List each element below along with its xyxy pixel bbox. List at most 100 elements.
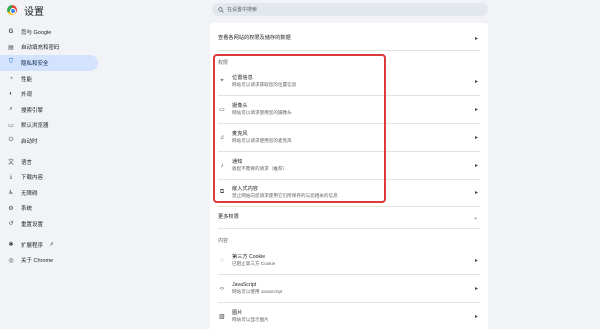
sidebar-item-privacy[interactable]: ⛉ 隐私和安全 (0, 55, 98, 71)
chevron-right-icon: ▸ (474, 163, 478, 169)
sidebar-item-label: 您与 Google (21, 29, 52, 36)
sidebar-item-label: 搜索引擎 (21, 107, 44, 114)
sidebar-item-label: 启动时 (21, 138, 38, 145)
chevron-right-icon: ▸ (474, 286, 478, 292)
google-icon: G (8, 28, 14, 35)
divider (218, 95, 480, 96)
location-icon: ⌖ (220, 78, 224, 84)
top-bar: 设置 在设置中搜索 (0, 0, 600, 22)
chevron-right-icon: ▸ (474, 135, 478, 141)
download-icon: ⤓ (9, 173, 13, 180)
search-icon (218, 6, 224, 13)
sidebar-item-label: 隐私和安全 (21, 60, 49, 67)
sidebar-item-label: 重置设置 (21, 221, 44, 228)
sidebar-item-label: 关于 Chrome (21, 258, 54, 265)
permission-row-notifications[interactable]: ♪ 通知 收起不需要的请求（推荐） ▸ (210, 154, 488, 177)
divider (218, 274, 480, 275)
autofill-icon: ▤ (8, 44, 14, 51)
sidebar-item-on-startup[interactable]: ⏻ 启动时 (0, 133, 98, 149)
palette-icon: ◐ (9, 91, 13, 98)
row-title: 图片 (232, 310, 243, 316)
sidebar-item-label: 扩展程序 (21, 242, 44, 249)
row-title: JavaScript (232, 282, 257, 288)
permission-row-microphone[interactable]: ♫ 麦克风 网站可以请求使用您的麦克风 ▸ (210, 126, 488, 149)
search-icon: ⌕ (9, 106, 13, 113)
sidebar-item-system[interactable]: ⚙ 系统 (0, 201, 98, 217)
row-title: 嵌入式内容 (232, 186, 258, 192)
sidebar-item-search-engine[interactable]: ⌕ 搜索引擎 (0, 102, 98, 118)
external-link-icon: ↗ (49, 241, 54, 248)
sidebar-item-accessibility[interactable]: ♿ 无障碍 (0, 185, 98, 201)
image-icon: ▨ (219, 314, 225, 320)
power-icon: ⏻ (8, 137, 14, 144)
speedometer-icon: ◔ (9, 75, 13, 82)
sidebar-item-default-browser[interactable]: ▭ 默认浏览器 (0, 118, 98, 134)
row-title: 更多权限 (218, 213, 239, 220)
sidebar: G 您与 Google ▤ 自动填充和密码 ⛉ 隐私和安全 ◔ 性能 ◐ 外观 ⌕ 搜索引擎… (0, 24, 100, 268)
code-icon: ‹› (220, 285, 224, 292)
sidebar-item-label: 默认浏览器 (21, 123, 49, 130)
wrench-icon: ⚙ (8, 205, 14, 212)
row-title: 查看各网站的权限及储存的数据 (218, 34, 291, 41)
sidebar-item-languages[interactable]: 文语言 (0, 154, 98, 170)
permissions-heading: 权限 (218, 60, 229, 66)
sidebar-item-label: 无障碍 (21, 190, 38, 197)
translate-icon: 文 (8, 160, 15, 167)
row-subtitle: 网站可以使用 JavaScript (232, 289, 283, 294)
row-subtitle: 收起不需要的请求（推荐） (232, 166, 288, 171)
row-subtitle: 网站可以请求使用您的麦克风 (232, 138, 292, 143)
browser-icon: ▭ (8, 122, 14, 129)
sidebar-item-label: 外观 (21, 92, 33, 99)
chevron-right-icon: ▸ (474, 107, 478, 113)
chevron-down-icon: ⌄ (472, 214, 478, 221)
sidebar-item-reset[interactable]: ↺ 重置设置 (0, 216, 98, 232)
sidebar-item-label: 自动填充和密码 (21, 45, 60, 52)
bell-icon: ♪ (220, 162, 224, 169)
row-subtitle: 网站可以显示图片 (232, 317, 269, 322)
sidebar-item-label: 语言 (21, 159, 33, 166)
content-row-third-party-cookies[interactable]: ◌ 第三方 Cookie 已阻止第三方 Cookie ▸ (210, 249, 488, 272)
more-permissions-row[interactable]: 更多权限 ⌄ (210, 206, 488, 228)
search-input[interactable]: 在设置中搜索 (212, 3, 488, 16)
divider (218, 302, 480, 303)
settings-panel: 查看各网站的权限及储存的数据 ▸ 权限 ⌖ 位置信息 网站可以请求获取您的位置信息… (210, 23, 488, 329)
chrome-icon: ◎ (8, 257, 14, 264)
row-subtitle: 已阻止第三方 Cookie (232, 261, 276, 266)
row-subtitle: 网站可以请求使用您的摄像头 (232, 110, 292, 115)
sidebar-item-downloads[interactable]: ⤓ 下载内容 (0, 169, 98, 185)
row-title: 麦克风 (232, 131, 248, 137)
sidebar-item-label: 下载内容 (21, 175, 44, 182)
sidebar-item-autofill[interactable]: ▤ 自动填充和密码 (0, 40, 98, 56)
permission-row-location[interactable]: ⌖ 位置信息 网站可以请求获取您的位置信息 ▸ (210, 70, 488, 93)
chevron-right-icon: ▸ (474, 35, 478, 42)
shield-icon: ⛉ (8, 59, 14, 66)
chevron-right-icon: ▸ (474, 258, 478, 264)
microphone-icon: ♫ (219, 134, 225, 141)
chrome-logo-icon (7, 5, 17, 15)
divider (218, 179, 480, 180)
content-row-images[interactable]: ▨ 图片 网站可以显示图片 ▸ (210, 305, 488, 328)
sidebar-item-label: 性能 (21, 76, 33, 83)
site-permissions-data-row[interactable]: 查看各网站的权限及储存的数据 ▸ (210, 30, 488, 46)
sidebar-item-appearance[interactable]: ◐ 外观 (0, 86, 98, 102)
chevron-right-icon: ▸ (474, 314, 478, 320)
permission-row-embedded-content[interactable]: ⧉ 嵌入式内容 禁止网站向您请求使用它们所保存的与您相关的信息 ▸ (210, 181, 488, 204)
chevron-right-icon: ▸ (474, 190, 478, 196)
sidebar-item-you-and-google[interactable]: G 您与 Google (0, 24, 98, 40)
sidebar-item-about-chrome[interactable]: ◎ 关于 Chrome (0, 252, 98, 268)
embedded-content-icon: ⧉ (219, 189, 225, 195)
sidebar-item-extensions[interactable]: ✱ 扩展程序 ↗ (0, 237, 98, 253)
content-row-javascript[interactable]: ‹› JavaScript 网站可以使用 JavaScript ▸ (210, 277, 488, 300)
divider (218, 123, 480, 124)
row-subtitle: 网站可以请求获取您的位置信息 (232, 82, 297, 87)
content-heading: 内容 (218, 238, 229, 244)
permission-row-camera[interactable]: ▭ 摄像头 网站可以请求使用您的摄像头 ▸ (210, 98, 488, 121)
row-title: 摄像头 (232, 103, 248, 109)
sidebar-item-performance[interactable]: ◔ 性能 (0, 71, 98, 87)
extensions-icon: ✱ (8, 242, 14, 249)
reset-icon: ↺ (8, 221, 14, 228)
cookie-icon: ◌ (220, 257, 224, 264)
row-title: 第三方 Cookie (232, 254, 266, 260)
chevron-right-icon: ▸ (474, 79, 478, 85)
